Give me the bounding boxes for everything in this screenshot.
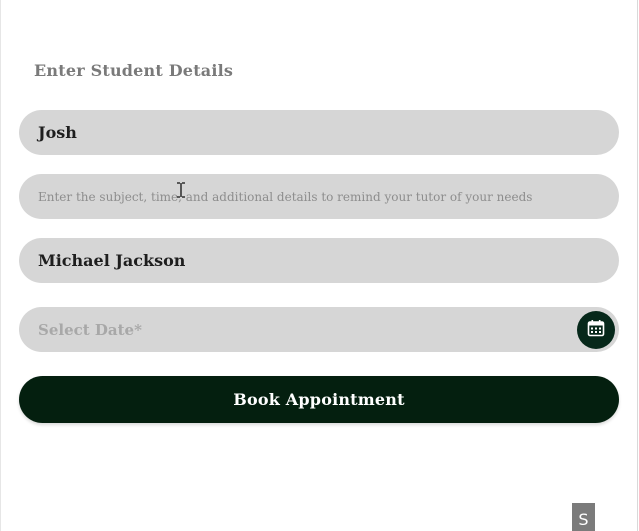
student-name-input[interactable]: Josh [19,110,619,155]
text-cursor-icon [176,182,186,198]
details-input[interactable]: Enter the subject, time, and additional … [19,174,619,219]
calendar-icon [587,319,605,341]
date-input[interactable]: Select Date* [19,307,619,352]
details-placeholder: Enter the subject, time, and additional … [38,189,533,204]
corner-tag: S [572,503,595,531]
right-border [637,0,638,531]
form-heading: Enter Student Details [34,61,234,80]
tutor-name-input[interactable]: Michael Jackson [19,238,619,283]
left-border [0,0,1,531]
student-name-value: Josh [38,123,77,142]
calendar-button[interactable] [577,311,615,349]
tutor-name-value: Michael Jackson [38,251,186,270]
date-placeholder: Select Date* [38,320,142,339]
book-appointment-button[interactable]: Book Appointment [19,376,619,423]
